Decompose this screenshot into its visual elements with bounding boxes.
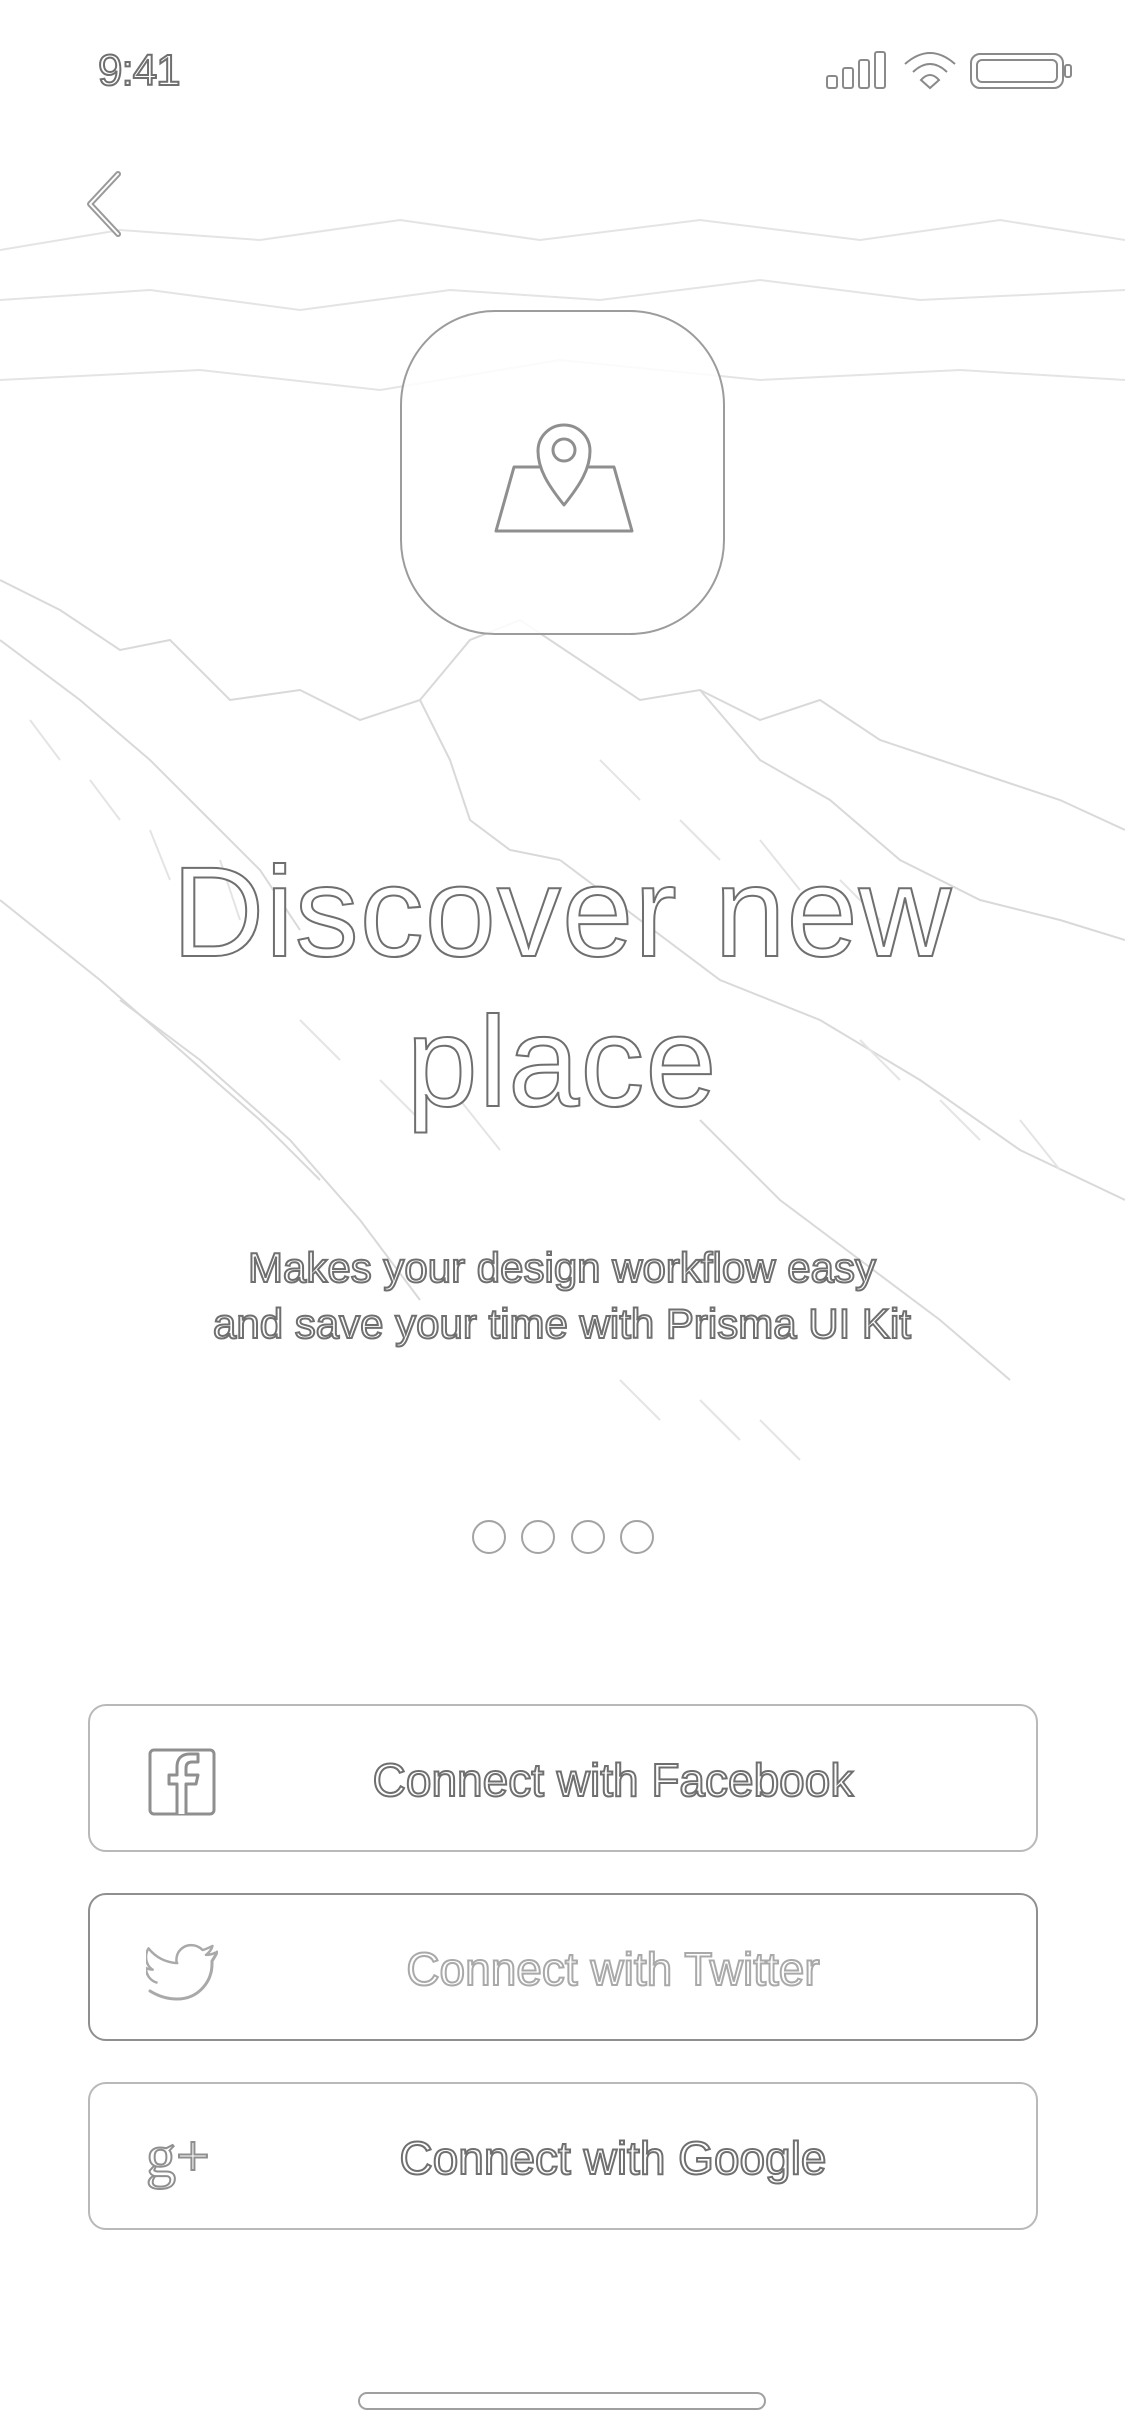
back-button[interactable] [78,168,134,240]
cellular-signal-icon [826,51,886,89]
twitter-button-label: Connect with Twitter [405,1942,820,1996]
status-time: 9:41 [97,45,182,96]
page-dot-2[interactable] [521,1520,556,1554]
connect-twitter-button[interactable]: Connect with Twitter [88,1893,1038,2041]
connect-google-button[interactable]: g+ Connect with Google [88,2082,1038,2230]
page-subtitle: Makes your design workflow easy and save… [62,1240,1062,1352]
chevron-left-icon [87,171,121,237]
page-dot-1[interactable] [472,1520,506,1554]
google-button-label: Connect with Google [398,2131,827,2185]
twitter-bird-icon [146,1943,218,2001]
svg-text:g+: g+ [146,2124,210,2189]
facebook-icon [148,1748,216,1816]
page-dot-4[interactable] [619,1520,654,1554]
page-dot-3[interactable] [570,1520,605,1554]
onboarding-screen: 9:41 Discover new place Makes your desig… [0,0,1125,2436]
home-indicator[interactable] [358,2392,766,2410]
app-icon-tile [400,310,725,635]
battery-icon [970,53,1072,89]
page-title: Discover new place [171,840,953,1135]
google-plus-icon: g+ [146,2124,211,2190]
page-indicator [472,1520,654,1558]
facebook-button-label: Connect with Facebook [372,1753,855,1807]
subtitle-line-1: Makes your design workflow easy [247,1243,877,1292]
status-icons [826,51,1072,90]
map-location-pin-icon [494,423,634,533]
subtitle-line-2: and save your time with Prisma UI Kit [212,1299,912,1348]
connect-facebook-button[interactable]: Connect with Facebook [88,1704,1038,1852]
wifi-icon [904,52,956,90]
